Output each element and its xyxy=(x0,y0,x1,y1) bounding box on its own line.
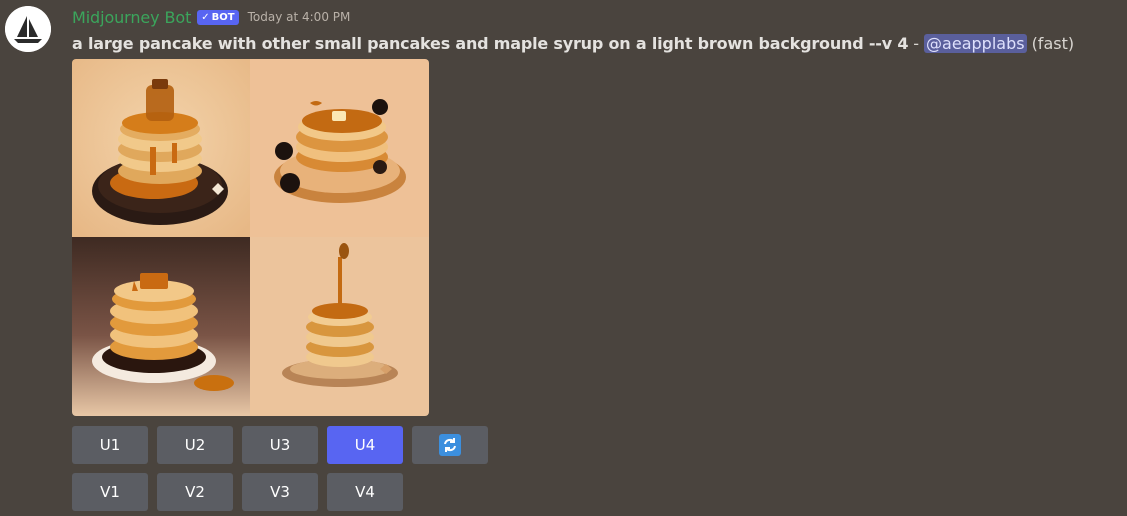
v3-button[interactable]: V3 xyxy=(242,473,318,511)
upscale-button-row: U1 U2 U3 U4 xyxy=(72,426,488,464)
reroll-button[interactable] xyxy=(412,426,488,464)
speed-label: (fast) xyxy=(1031,33,1075,53)
image-grid[interactable] xyxy=(72,59,429,416)
verified-check-icon: ✓ xyxy=(201,11,210,23)
user-mention[interactable]: @aeapplabs xyxy=(924,33,1027,53)
image-tile-2[interactable] xyxy=(250,59,429,237)
v4-button[interactable]: V4 xyxy=(327,473,403,511)
chat-message: Midjourney Bot ✓ BOT Today at 4:00 PM a … xyxy=(0,0,1127,516)
message-content: a large pancake with other small pancake… xyxy=(72,32,1074,54)
author-name[interactable]: Midjourney Bot xyxy=(72,8,191,27)
timestamp: Today at 4:00 PM xyxy=(247,10,351,24)
sailboat-icon xyxy=(5,6,51,52)
u4-button[interactable]: U4 xyxy=(327,426,403,464)
avatar[interactable] xyxy=(5,6,51,52)
v1-button[interactable]: V1 xyxy=(72,473,148,511)
image-tile-1[interactable] xyxy=(72,59,250,237)
bot-badge: ✓ BOT xyxy=(197,9,239,25)
u2-button[interactable]: U2 xyxy=(157,426,233,464)
separator: - xyxy=(913,33,920,53)
image-tile-4[interactable] xyxy=(250,237,429,416)
u3-button[interactable]: U3 xyxy=(242,426,318,464)
image-tile-3[interactable] xyxy=(72,237,250,416)
prompt-text: a large pancake with other small pancake… xyxy=(72,33,909,53)
refresh-icon xyxy=(439,434,461,456)
variation-button-row: V1 V2 V3 V4 xyxy=(72,473,403,511)
v2-button[interactable]: V2 xyxy=(157,473,233,511)
message-header: Midjourney Bot ✓ BOT Today at 4:00 PM xyxy=(72,6,350,28)
bot-badge-label: BOT xyxy=(211,11,235,23)
u1-button[interactable]: U1 xyxy=(72,426,148,464)
